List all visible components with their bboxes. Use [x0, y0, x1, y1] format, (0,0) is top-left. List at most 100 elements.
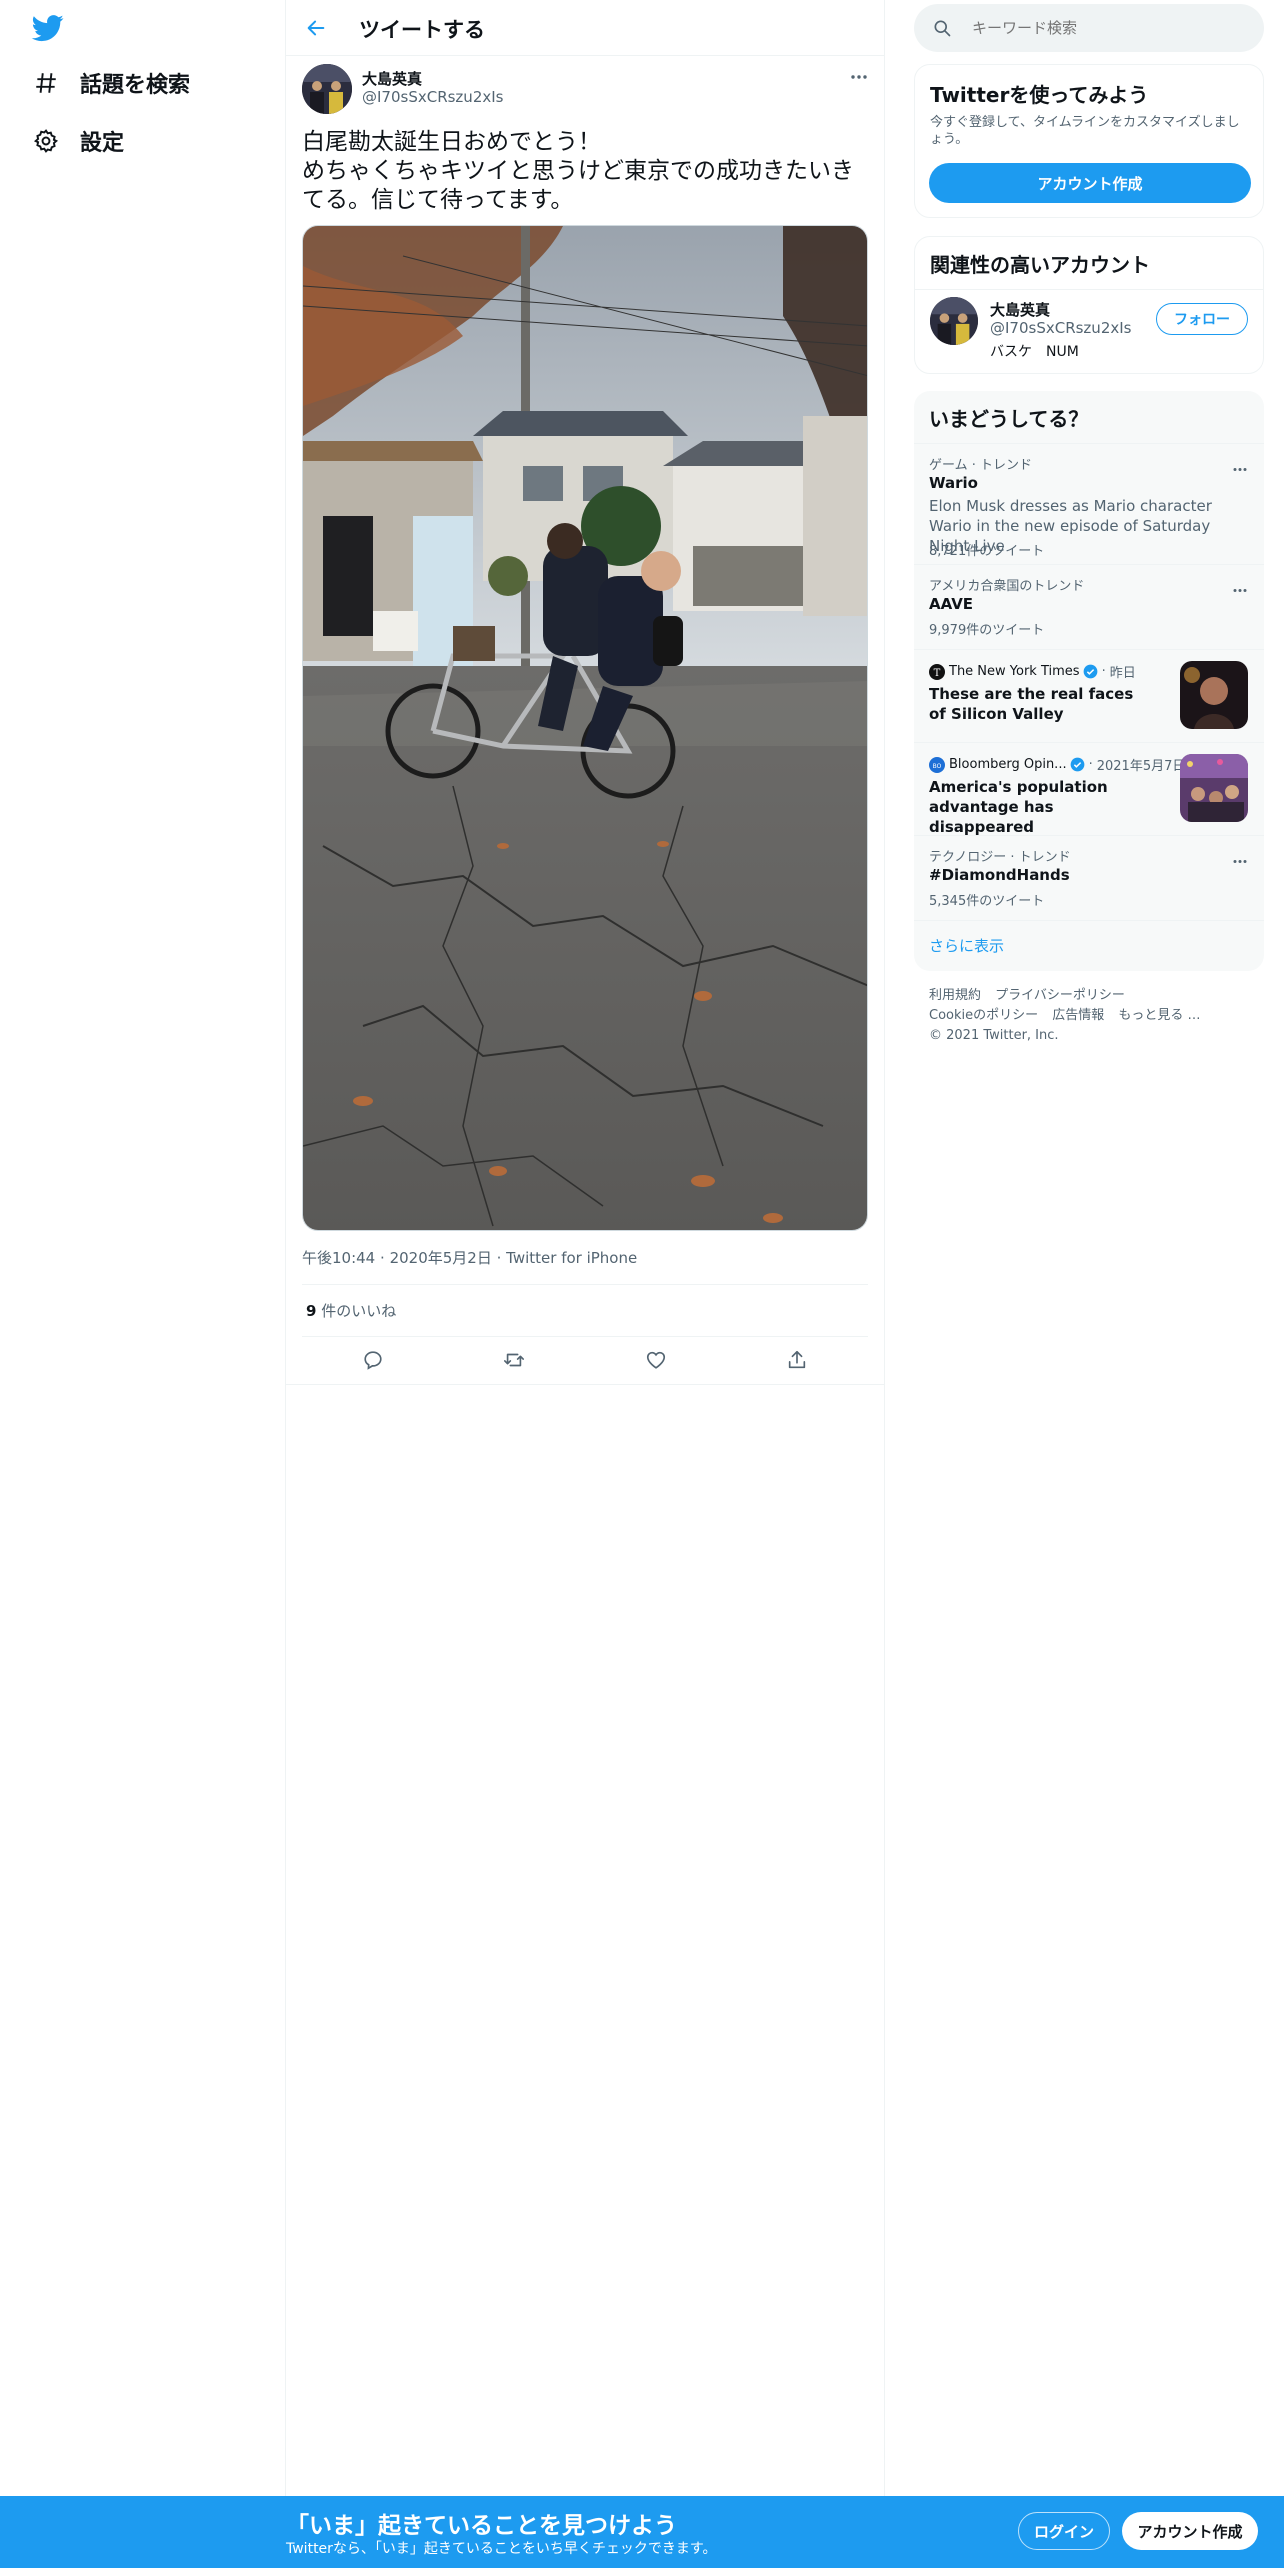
news-source-name: Bloomberg Opin...: [949, 757, 1067, 772]
trends-title: いまどうしてる？: [929, 407, 1089, 431]
footer-links: 利用規約 プライバシーポリシー Cookieのポリシー 広告情報 もっと見る ……: [929, 986, 1249, 1046]
separator-dot: ·: [380, 1249, 390, 1267]
news-source-name: The New York Times: [949, 664, 1080, 679]
footer-link[interactable]: Cookieのポリシー: [929, 1008, 1038, 1023]
nav-item-explore[interactable]: 話題を検索: [32, 63, 190, 103]
footer-link[interactable]: もっと見る …: [1118, 1008, 1200, 1023]
news-title: These are the real faces of Silicon Vall…: [929, 685, 1134, 723]
news-item[interactable]: T The New York Times · 昨日 These are the …: [914, 650, 1264, 742]
trend-name: AAVE: [929, 595, 974, 613]
related-accounts-card: 関連性の高いアカウント 大島英真 @I70sSxCRszu2xIs バスケ NU…: [914, 236, 1264, 374]
more-icon: [851, 75, 867, 79]
main-column: ツイートする 大島英真 @I70sSxCRszu2xIs 白尾勘太誕生日おめでと…: [285, 0, 885, 2568]
like-button[interactable]: [638, 1342, 674, 1378]
page-header: ツイートする: [286, 0, 884, 56]
search-icon: [934, 20, 951, 37]
signup-title: Twitterを使ってみよう: [930, 83, 1149, 107]
hashtag-icon: [32, 69, 60, 97]
copyright: © 2021 Twitter, Inc.: [929, 1028, 1059, 1043]
more-icon: [1233, 859, 1247, 863]
news-item[interactable]: BO Bloomberg Opin... · 2021年5月7日 America…: [914, 743, 1264, 836]
trend-count: 9,979件のツイート: [929, 623, 1045, 638]
likes-number: 9: [306, 1302, 317, 1320]
trend-count: 5,345件のツイート: [929, 894, 1045, 909]
related-avatar[interactable]: [930, 297, 978, 345]
page-title: ツイートする: [359, 18, 485, 42]
retweet-button[interactable]: [496, 1342, 532, 1378]
separator-dot: ·: [1088, 757, 1093, 772]
search-bar[interactable]: [914, 4, 1264, 52]
news-time: 昨日: [1109, 666, 1136, 681]
tweet-date[interactable]: 2020年5月2日: [390, 1249, 492, 1267]
share-button[interactable]: [779, 1342, 815, 1378]
author-name[interactable]: 大島英真: [362, 68, 422, 89]
signup-button[interactable]: アカウント作成: [1122, 2512, 1258, 2550]
related-title: 関連性の高いアカウント: [930, 253, 1150, 277]
signup-card: Twitterを使ってみよう 今すぐ登録して、タイムラインをカスタマイズしましょ…: [914, 64, 1264, 218]
related-name[interactable]: 大島英真: [990, 299, 1050, 320]
trend-item[interactable]: アメリカ合衆国のトレンド AAVE 9,979件のツイート: [914, 565, 1264, 649]
gear-icon: [32, 127, 60, 155]
reply-button[interactable]: [355, 1342, 391, 1378]
reply-icon: [364, 1351, 382, 1370]
more-icon: [1233, 588, 1247, 592]
separator-dot: ·: [1101, 664, 1106, 679]
divider: [914, 920, 1264, 921]
trend-category: ゲーム · トレンド: [929, 458, 1033, 473]
like-icon: [646, 1351, 665, 1369]
trend-category: アメリカ合衆国のトレンド: [929, 579, 1085, 594]
news-thumbnail: [1180, 754, 1248, 822]
trend-name: #DiamondHands: [929, 866, 1070, 884]
tweet-actions: [302, 1338, 868, 1382]
likes-label: 件のいいね: [316, 1302, 397, 1320]
footer-link[interactable]: 広告情報: [1052, 1008, 1104, 1023]
nav-item-label: 設定: [80, 131, 125, 156]
follow-button[interactable]: フォロー: [1156, 303, 1248, 335]
trend-category: テクノロジー · トレンド: [929, 850, 1071, 865]
svg-text:T: T: [934, 668, 941, 679]
news-title: America's population advantage has disap…: [929, 778, 1108, 836]
author-handle[interactable]: @I70sSxCRszu2xIs: [362, 88, 503, 106]
login-button[interactable]: ログイン: [1018, 2512, 1110, 2550]
show-more-link[interactable]: さらに表示: [929, 935, 1004, 956]
nyt-logo-icon: T: [929, 663, 945, 680]
tweet-source[interactable]: Twitter for iPhone: [506, 1249, 637, 1267]
news-time: 2021年5月7日: [1096, 759, 1186, 774]
author-avatar[interactable]: [302, 64, 352, 114]
likes-count[interactable]: 9 件のいいね: [306, 1300, 396, 1321]
trend-name: Wario: [929, 474, 978, 492]
more-options-button[interactable]: [846, 64, 872, 90]
footer-link[interactable]: 利用規約: [929, 988, 981, 1003]
related-handle[interactable]: @I70sSxCRszu2xIs: [990, 319, 1131, 337]
divider: [302, 1284, 868, 1285]
bottom-signup-bar: 「いま」起きていることを見つけよう Twitterなら、「いま」起きていることを…: [0, 2496, 1284, 2568]
bottom-bar-subtitle: Twitterなら、「いま」起きていることをいち早くチェックできます。: [286, 2541, 717, 2557]
share-icon: [789, 1350, 806, 1369]
twitter-bird-icon[interactable]: [30, 12, 66, 44]
retweet-icon: [504, 1353, 525, 1367]
divider: [915, 289, 1263, 290]
trend-item[interactable]: ゲーム · トレンド Wario Elon Musk dresses as Ma…: [914, 444, 1264, 564]
trends-card: いまどうしてる？ ゲーム · トレンド Wario Elon Musk dres…: [914, 391, 1264, 971]
verified-badge-icon: [1083, 664, 1097, 679]
news-thumbnail: [1180, 661, 1248, 729]
bloomberg-logo-icon: BO: [929, 756, 945, 773]
divider: [286, 1384, 884, 1385]
tweet-text: 白尾勘太誕生日おめでとう！ めちゃくちゃキツイと思うけど東京での成功きたいきてる…: [302, 129, 854, 213]
search-input[interactable]: [972, 19, 1232, 37]
nav-item-label: 話題を検索: [80, 73, 191, 98]
left-navigation: 話題を検索 設定: [0, 0, 286, 2568]
tweet-photo[interactable]: [302, 225, 868, 1231]
trend-more-button[interactable]: [1228, 460, 1252, 478]
nav-item-settings[interactable]: 設定: [32, 121, 124, 161]
arrow-left-icon: [307, 20, 325, 36]
footer-link[interactable]: プライバシーポリシー: [995, 988, 1125, 1003]
trend-more-button[interactable]: [1228, 852, 1252, 870]
trend-item[interactable]: テクノロジー · トレンド #DiamondHands 5,345件のツイート: [914, 836, 1264, 920]
tweet-time[interactable]: 午後10:44: [302, 1249, 375, 1267]
svg-text:BO: BO: [933, 763, 942, 770]
create-account-button[interactable]: アカウント作成: [929, 163, 1251, 203]
trend-more-button[interactable]: [1228, 581, 1252, 599]
more-icon: [1233, 467, 1247, 471]
back-button[interactable]: [300, 12, 332, 44]
